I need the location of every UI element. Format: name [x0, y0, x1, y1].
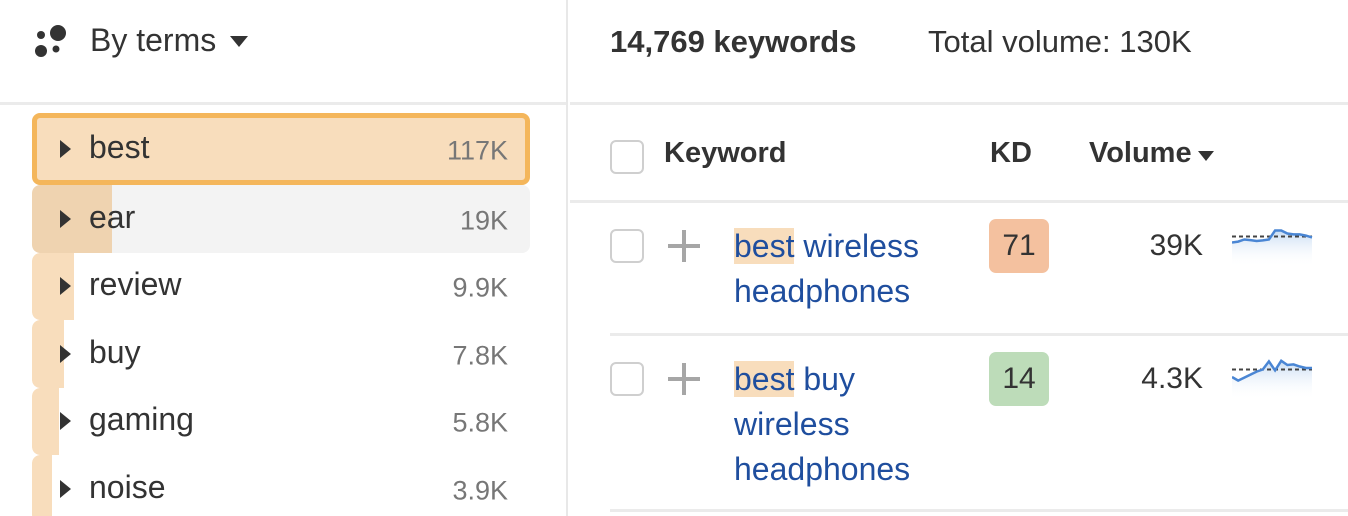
- trend-sparkline: [1232, 229, 1313, 267]
- term-count: 5.8K: [452, 407, 508, 438]
- table-row: best wireless headphones 71 39K: [610, 203, 1348, 336]
- keyword-highlight: best: [734, 228, 795, 264]
- term-label: ear: [89, 198, 136, 235]
- select-all-checkbox[interactable]: [610, 140, 644, 174]
- expand-arrow-icon[interactable]: [60, 344, 71, 363]
- keyword-link[interactable]: best wireless headphones: [734, 224, 964, 314]
- trend-sparkline: [1232, 359, 1312, 400]
- term-item-buy[interactable]: buy 7.8K: [32, 320, 530, 388]
- expand-arrow-icon[interactable]: [60, 209, 71, 228]
- term-item-ear[interactable]: ear 19K: [32, 185, 530, 253]
- expand-arrow-icon[interactable]: [60, 277, 71, 296]
- keyword-link[interactable]: best buy wireless headphones: [734, 357, 964, 492]
- keyword-highlight: best: [734, 361, 795, 397]
- caret-down-icon: [230, 36, 249, 47]
- term-count: 117K: [446, 135, 508, 166]
- term-label: buy: [89, 333, 141, 370]
- volume-value: 39K: [1149, 229, 1203, 262]
- clusters-icon: [35, 24, 66, 57]
- term-item-best[interactable]: best 117K: [32, 113, 530, 185]
- term-label: review: [89, 266, 182, 303]
- term-share-bar: [32, 387, 60, 455]
- table-header: Keyword KD Volume: [570, 105, 1348, 203]
- term-share-bar: [32, 455, 52, 516]
- term-count: 9.9K: [452, 272, 508, 303]
- kd-badge: 14: [989, 352, 1049, 406]
- header-kd[interactable]: KD: [990, 137, 1032, 170]
- add-to-list-icon[interactable]: [668, 229, 702, 263]
- term-item-noise[interactable]: noise 3.9K: [32, 455, 530, 516]
- term-count: 19K: [459, 205, 508, 236]
- row-checkbox[interactable]: [610, 362, 644, 396]
- terms-panel: By terms best 117K ear 19K review 9.9K buy 7.8K…: [0, 0, 568, 516]
- expand-arrow-icon[interactable]: [60, 479, 71, 498]
- term-label: noise: [89, 468, 166, 505]
- term-count: 7.8K: [452, 340, 508, 371]
- group-by-label: By terms: [90, 22, 217, 58]
- terms-list: best 117K ear 19K review 9.9K buy 7.8K gaming 5.8…: [32, 113, 530, 516]
- summary-bar: 14,769 keywords Total volume: 130K: [570, 0, 1348, 105]
- term-item-gaming[interactable]: gaming 5.8K: [32, 387, 530, 455]
- keyword-count: 14,769 keywords: [610, 24, 857, 59]
- table-row: best buy wireless headphones 14 4.3K: [610, 336, 1348, 512]
- term-label: gaming: [89, 401, 194, 438]
- add-to-list-icon[interactable]: [668, 362, 702, 396]
- term-label: best: [89, 129, 150, 166]
- terms-panel-header: By terms: [0, 0, 566, 105]
- row-checkbox[interactable]: [610, 229, 644, 263]
- term-item-review[interactable]: review 9.9K: [32, 252, 530, 320]
- sort-desc-icon: [1197, 150, 1214, 161]
- term-count: 3.9K: [452, 475, 508, 506]
- expand-arrow-icon[interactable]: [60, 140, 71, 158]
- expand-arrow-icon[interactable]: [60, 412, 71, 431]
- keywords-panel: 14,769 keywords Total volume: 130K Keywo…: [570, 0, 1348, 516]
- header-keyword[interactable]: Keyword: [664, 137, 786, 170]
- table-body: best wireless headphones 71 39K best buy wi…: [570, 203, 1348, 512]
- volume-value: 4.3K: [1141, 362, 1203, 395]
- header-volume[interactable]: Volume: [1089, 137, 1214, 170]
- header-volume-label: Volume: [1089, 137, 1192, 169]
- kd-badge: 71: [989, 219, 1049, 273]
- group-by-dropdown[interactable]: By terms: [34, 22, 249, 59]
- total-volume: Total volume: 130K: [928, 24, 1192, 59]
